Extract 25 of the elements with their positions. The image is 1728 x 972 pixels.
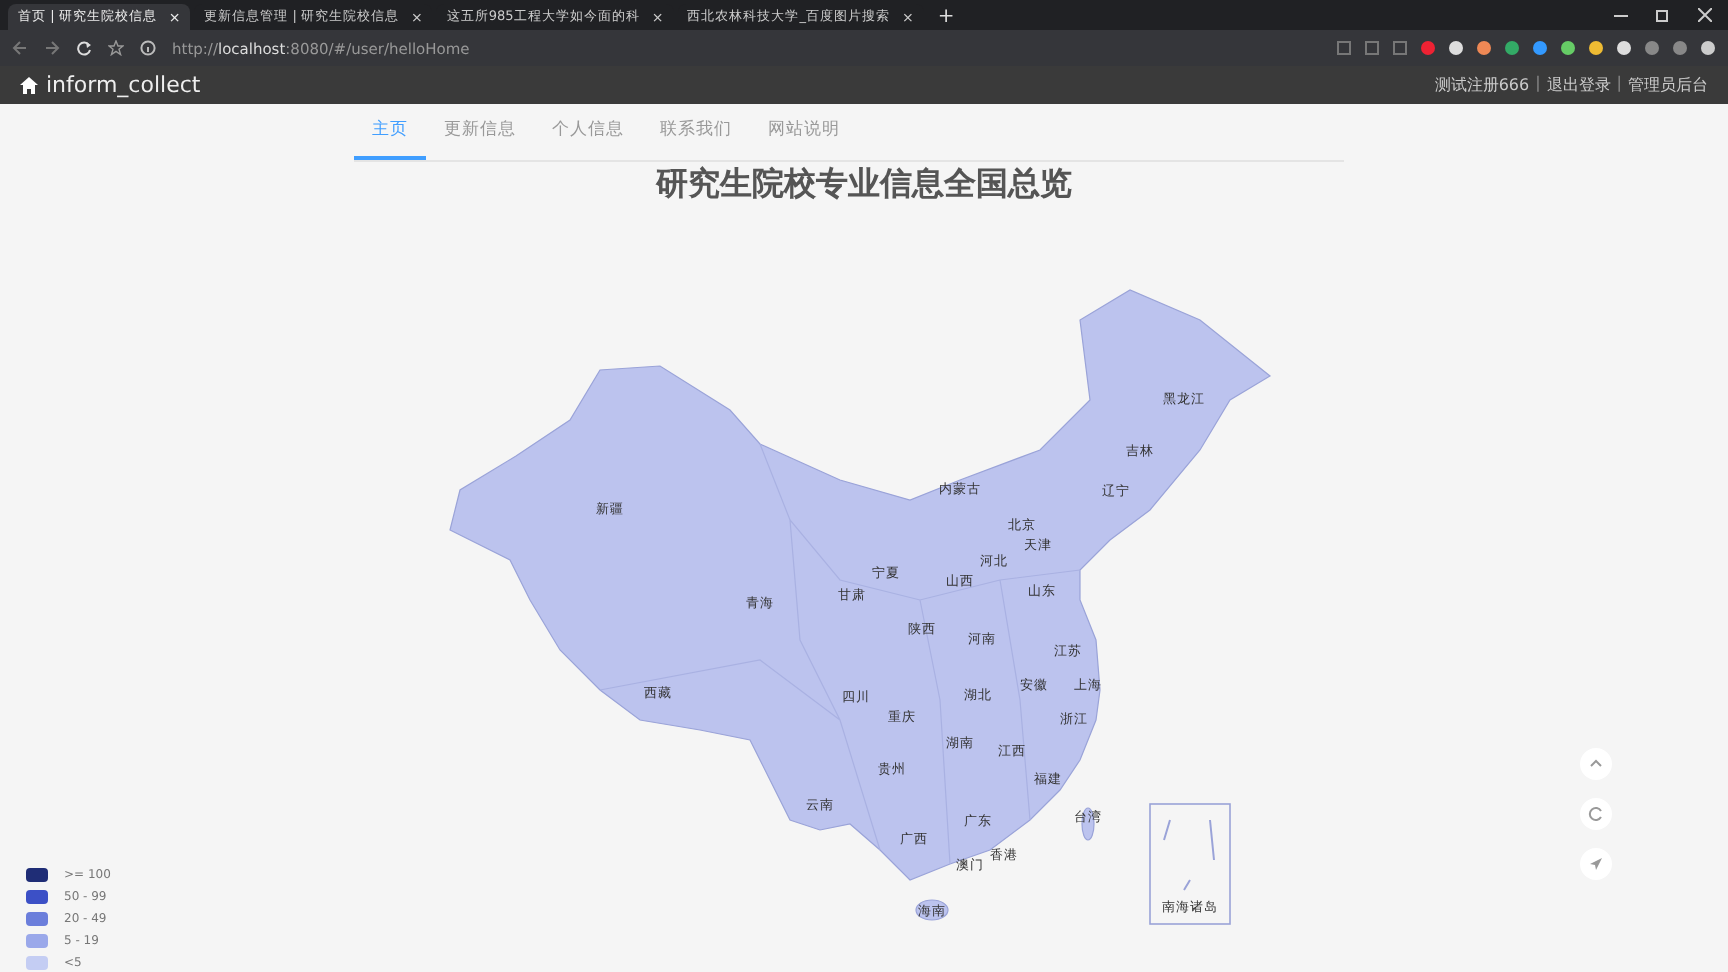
restore-icon[interactable] <box>1656 8 1670 22</box>
legend-swatch[interactable] <box>26 956 48 970</box>
page-title: 研究生院校专业信息全国总览 <box>653 164 1074 206</box>
star-icon[interactable] <box>108 40 124 56</box>
new-tab-button[interactable]: + <box>927 4 965 30</box>
info-icon[interactable] <box>140 40 156 56</box>
forward-icon[interactable] <box>44 40 60 56</box>
legend-swatch[interactable] <box>26 890 48 904</box>
home-icon[interactable] <box>20 76 38 94</box>
close-icon[interactable] <box>1698 8 1712 22</box>
south-sea-inset <box>1149 803 1231 925</box>
back-icon[interactable] <box>12 40 28 56</box>
reload-icon[interactable] <box>76 40 92 56</box>
legend-swatch[interactable] <box>26 868 48 882</box>
zoom-in-icon[interactable] <box>1580 748 1612 780</box>
separator: | <box>1616 74 1622 96</box>
separator: | <box>1535 74 1541 96</box>
locate-icon[interactable] <box>1580 848 1612 880</box>
header-link[interactable]: 退出登录 <box>1546 74 1611 96</box>
brand-link[interactable]: inform_collect <box>46 72 201 98</box>
header-link[interactable]: 测试注册666 <box>1434 74 1530 96</box>
header-link[interactable]: 管理员后台 <box>1628 74 1708 96</box>
reset-icon[interactable] <box>1580 798 1612 830</box>
legend-swatch[interactable] <box>26 934 48 948</box>
legend-swatch[interactable] <box>26 912 48 926</box>
